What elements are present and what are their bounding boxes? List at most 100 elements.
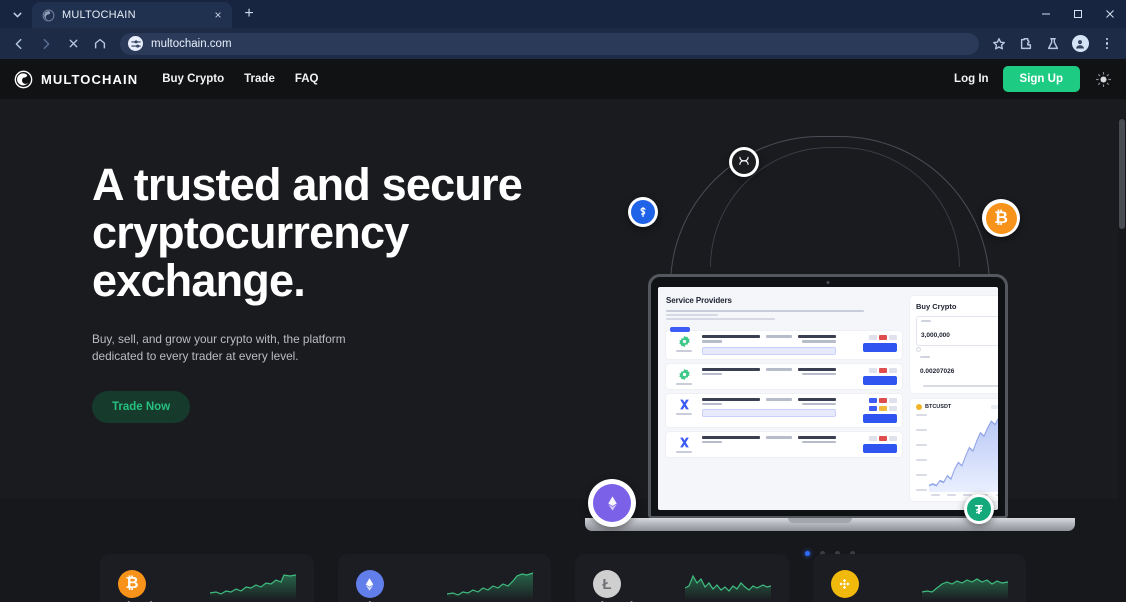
ticker-card-bitcoin[interactable]: ₿ ▲ 2.82% Bitcoin USD 71,143.96 (100, 554, 314, 602)
buy-button[interactable] (863, 443, 897, 453)
swap-direction-icon[interactable] (916, 347, 921, 352)
sparkline-chart (684, 574, 771, 600)
sparkline-chart (922, 578, 1008, 600)
close-icon[interactable]: × (210, 7, 226, 23)
back-icon[interactable] (6, 31, 32, 57)
provider-actions (841, 367, 897, 385)
bitcoin-dot-icon (916, 404, 922, 410)
buy-button[interactable] (863, 413, 897, 423)
ticker-card-litecoin[interactable]: Ł ▲ 0.74% Litecoin USD 101.05 (575, 554, 789, 602)
nav-actions: Log In Sign Up (954, 66, 1112, 92)
buy-crypto-card: Buy Crypto 3,000,000 0.00207026 (910, 296, 998, 393)
ethereum-icon (355, 570, 384, 598)
price-chart-card: BTCUSDT (910, 399, 998, 501)
site-settings-icon[interactable] (128, 36, 143, 51)
profile-avatar-icon[interactable] (1067, 31, 1093, 57)
tab-strip: MULTOCHAIN × + (0, 0, 1126, 28)
amount-value: 3,000,000 (921, 332, 950, 339)
provider-rate-block (702, 335, 836, 355)
site-navbar: MULTOCHAIN Buy Crypto Trade FAQ Log In S… (0, 59, 1126, 99)
brand-logo[interactable]: MULTOCHAIN (14, 70, 138, 89)
home-icon[interactable] (87, 31, 113, 57)
url-text[interactable]: multochain.com (151, 38, 969, 50)
chart-y-axis (916, 413, 927, 492)
sign-up-button[interactable]: Sign Up (1002, 66, 1080, 92)
scrollbar-thumb[interactable] (1119, 119, 1125, 229)
trade-now-button[interactable]: Trade Now (92, 391, 191, 423)
provider-row[interactable] (666, 363, 902, 389)
bookmark-star-icon[interactable] (986, 31, 1012, 57)
xrp-coin-icon (729, 147, 759, 177)
page-viewport: MULTOCHAIN Buy Crypto Trade FAQ Log In S… (0, 59, 1126, 602)
laptop-lid: Service Providers Buy Crypto 3,000,000 0… (648, 274, 1008, 519)
service-providers-panel: Service Providers (666, 296, 902, 501)
provider-row[interactable] (666, 327, 902, 359)
nav-link-trade[interactable]: Trade (244, 73, 275, 85)
tab-search-button[interactable] (4, 1, 30, 27)
provider-actions (841, 397, 897, 423)
maximize-button[interactable] (1062, 0, 1094, 28)
page-scrollbar[interactable] (1118, 118, 1126, 602)
browser-toolbar: multochain.com (0, 28, 1126, 59)
multochain-swirl-icon (14, 70, 33, 89)
receive-value: 0.00207026 (920, 368, 955, 375)
promo-banner (702, 409, 836, 417)
chart-plot-area (928, 413, 998, 493)
hero-copy: A trusted and secure cryptocurrency exch… (92, 161, 612, 423)
provider-actions (841, 435, 897, 453)
sun-brightness-icon[interactable] (1094, 70, 1112, 88)
laptop-mockup: Service Providers Buy Crypto 3,000,000 0… (560, 136, 1080, 531)
ethereum-coin-icon (588, 479, 636, 527)
provider-blue-icon (671, 436, 697, 453)
buy-button[interactable] (863, 343, 897, 352)
page-title: A trusted and secure cryptocurrency exch… (92, 159, 523, 306)
provider-row[interactable] (666, 393, 902, 427)
sparkline-chart (447, 572, 533, 600)
close-window-button[interactable] (1094, 0, 1126, 28)
ticker-card-bnb[interactable]: ▲ 0.23% BNB USD 598.56 (812, 554, 1026, 602)
promo-banner (702, 346, 836, 355)
provider-rate-block (702, 397, 836, 417)
chart-range-tab[interactable] (990, 405, 998, 409)
nav-link-faq[interactable]: FAQ (295, 73, 319, 85)
extensions-puzzle-icon[interactable] (1013, 31, 1039, 57)
service-providers-note (666, 310, 902, 320)
ticker-card-list: ₿ ▲ 2.82% Bitcoin USD 71,143.96 (0, 554, 1126, 602)
receive-input[interactable]: 0.00207026 (916, 353, 998, 381)
hero-subtitle: Buy, sell, and grow your crypto with, th… (92, 332, 346, 363)
nav-link-buy-crypto[interactable]: Buy Crypto (162, 73, 224, 85)
laptop-screen: Service Providers Buy Crypto 3,000,000 0… (658, 287, 998, 510)
buy-button[interactable] (863, 375, 897, 385)
buy-crypto-panel: Buy Crypto 3,000,000 0.00207026 BTCUSDT (910, 296, 998, 501)
service-providers-title: Service Providers (666, 296, 732, 305)
brand-name: MULTOCHAIN (41, 71, 139, 87)
stop-loading-icon[interactable] (60, 31, 86, 57)
labs-flask-icon[interactable] (1040, 31, 1066, 57)
log-in-link[interactable]: Log In (954, 73, 989, 85)
provider-green-icon (671, 368, 697, 385)
address-bar[interactable]: multochain.com (120, 32, 979, 55)
provider-blue-icon (671, 398, 697, 415)
ticker-card-ethereum[interactable]: ▲ 8.16% Ethereum USD 3,622.86 (337, 554, 551, 602)
browser-window: MULTOCHAIN × + multochain.com MULTOCHAIN… (0, 0, 1126, 602)
minimize-button[interactable] (1030, 0, 1062, 28)
tab-title: MULTOCHAIN (62, 9, 136, 21)
amount-input[interactable]: 3,000,000 (916, 316, 998, 346)
sparkline-chart (209, 574, 296, 600)
stablecoin-icon (628, 197, 658, 227)
laptop-base-notch (788, 518, 852, 523)
forward-icon[interactable] (33, 31, 59, 57)
provider-row[interactable] (666, 431, 902, 457)
webcam-dot (826, 281, 830, 284)
provider-actions (841, 335, 897, 352)
provider-green-icon (671, 335, 697, 352)
new-tab-button[interactable]: + (236, 1, 262, 27)
browser-tab[interactable]: MULTOCHAIN × (32, 2, 232, 28)
buy-crypto-title: Buy Crypto (916, 302, 957, 311)
three-dot-menu-icon[interactable] (1094, 31, 1120, 57)
multochain-logo-icon (42, 9, 55, 22)
window-controls (1030, 0, 1126, 28)
featured-badge (670, 327, 690, 332)
chart-pair-label: BTCUSDT (925, 404, 952, 410)
bitcoin-icon: ₿ (118, 570, 146, 598)
